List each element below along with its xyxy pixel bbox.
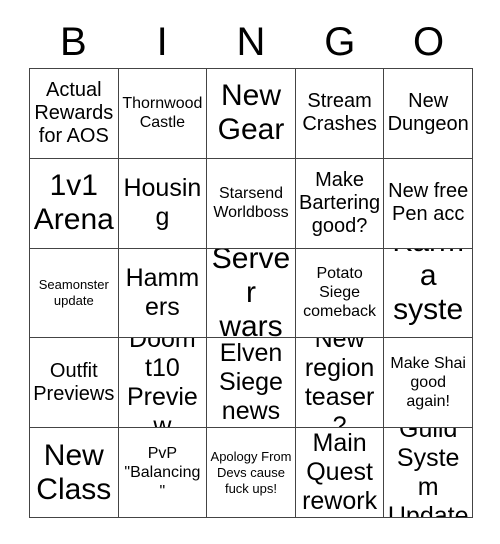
bingo-cell[interactable]: Stream Crashes [295, 69, 385, 159]
bingo-cell-label: New Gear [217, 79, 285, 147]
bingo-cell-label: Actual Rewards for AOS [34, 78, 114, 147]
bingo-cell-label: New Class [36, 438, 112, 506]
bingo-cell-label: Karma system [392, 249, 464, 338]
bingo-header: B I N G O [29, 18, 473, 66]
bingo-cell-label: Make Bartering good? [299, 168, 381, 237]
bingo-cell-label: Thornwood Castle [122, 95, 203, 132]
bingo-cell[interactable]: Starsend Worldboss [207, 158, 296, 249]
bingo-cell-label: New region teaser? [304, 338, 375, 429]
bingo-cell[interactable]: New region teaser? [295, 338, 385, 429]
bingo-cell-label: New Dungeon [387, 90, 469, 136]
bingo-letter-n: N [236, 20, 266, 64]
bingo-letter-o: O [413, 20, 445, 64]
bingo-cell-label: Stream Crashes [302, 90, 377, 136]
bingo-cell[interactable]: New Gear [207, 69, 296, 159]
bingo-cell[interactable]: Make Bartering good? [295, 158, 385, 249]
bingo-cell-label: Starsend Worldboss [213, 185, 289, 222]
bingo-cell[interactable]: New Class [30, 428, 119, 518]
bingo-cell[interactable]: Guild System Update [384, 428, 473, 518]
bingo-cell[interactable]: Outfit Previews [30, 338, 119, 429]
bingo-letter-i: I [156, 20, 168, 64]
bingo-cell[interactable]: Make Shai good again! [384, 338, 473, 429]
bingo-grid: Actual Rewards for AOS Thornwood Castle … [29, 68, 473, 518]
bingo-cell-label: Hammers [125, 263, 200, 321]
bingo-cell-label: Outfit Previews [33, 359, 115, 405]
bingo-cell-label: Make Shai good again! [390, 355, 466, 411]
bingo-cell[interactable]: Actual Rewards for AOS [30, 69, 119, 159]
bingo-cell[interactable]: Apology From Devs cause fuck ups! [207, 428, 296, 518]
bingo-letter-b: B [60, 20, 87, 64]
bingo-cell[interactable]: Server wars [207, 248, 296, 339]
bingo-cell-label: Main Quest rework [302, 429, 378, 516]
bingo-letter-g: G [324, 20, 356, 64]
bingo-cell-label: Seamonster update [38, 276, 109, 308]
bingo-cell[interactable]: Seamonster update [30, 248, 119, 339]
bingo-cell[interactable]: New free Pen acc [384, 158, 473, 249]
bingo-cell[interactable]: Elven Siege news [207, 338, 296, 429]
bingo-cell[interactable]: 1v1 Arena [30, 158, 119, 249]
bingo-cell-label: PvP "Balancing" [124, 445, 201, 501]
bingo-cell[interactable]: Thornwood Castle [118, 69, 208, 159]
bingo-cell[interactable]: Potato Siege comeback [295, 248, 385, 339]
bingo-cell[interactable]: Karma system [384, 248, 473, 339]
bingo-cell-label: New free Pen acc [388, 180, 469, 226]
bingo-cell-label: Apology From Devs cause fuck ups! [210, 448, 292, 496]
bingo-cell-label: Server wars [211, 248, 291, 339]
bingo-cell-label: Elven Siege news [219, 339, 283, 426]
bingo-cell-label: Doom t10 Preview [126, 338, 198, 429]
bingo-cell[interactable]: Main Quest rework [295, 428, 385, 518]
bingo-cell[interactable]: Hammers [118, 248, 208, 339]
bingo-cell[interactable]: New Dungeon [384, 69, 473, 159]
bingo-cell[interactable]: PvP "Balancing" [118, 428, 208, 518]
bingo-card: B I N G O Actual Rewards for AOS Thornwo… [0, 0, 500, 544]
bingo-cell-label: Potato Siege comeback [303, 265, 377, 321]
bingo-cell-label: Guild System Update [387, 428, 469, 518]
bingo-cell-label: 1v1 Arena [33, 169, 114, 237]
bingo-cell[interactable]: Doom t10 Preview [118, 338, 208, 429]
bingo-cell-label: Housing [123, 174, 202, 232]
bingo-cell[interactable]: Housing [118, 158, 208, 249]
